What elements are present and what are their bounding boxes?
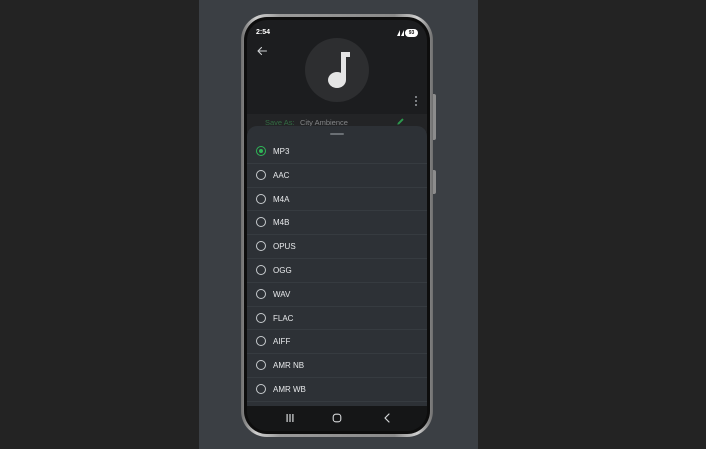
format-label: OGG: [273, 265, 292, 275]
phone-frame: 2:54 93 Save As: City Ambience MP3 AAC M…: [241, 14, 433, 437]
navigation-bar: [247, 406, 427, 431]
radio-checked-icon[interactable]: [256, 146, 266, 156]
format-label: MP3: [273, 147, 290, 156]
format-option-amr-wb[interactable]: AMR WB: [247, 378, 427, 402]
format-label: AMR NB: [273, 361, 305, 371]
battery-icon: 93: [405, 29, 418, 37]
status-time: 2:54: [256, 29, 271, 36]
recent-apps-icon[interactable]: [283, 412, 297, 424]
format-label: AAC: [273, 170, 290, 180]
power-button: [433, 170, 436, 194]
phone-screen: 2:54 93 Save As: City Ambience MP3 AAC M…: [247, 20, 427, 431]
format-option-mp3[interactable]: MP3: [247, 140, 427, 164]
format-label: WAV: [273, 289, 291, 299]
format-list: MP3 AAC M4A M4B OPUS OGG WAV FLAC AIFF A…: [247, 140, 427, 402]
music-note-icon: [328, 52, 350, 88]
format-option-aac[interactable]: AAC: [247, 164, 427, 188]
format-option-amr-nb[interactable]: AMR NB: [247, 354, 427, 378]
radio-unchecked-icon[interactable]: [256, 336, 266, 347]
format-option-ogg[interactable]: OGG: [247, 259, 427, 283]
format-option-aiff[interactable]: AIFF: [247, 330, 427, 355]
format-label: AIFF: [273, 337, 291, 347]
format-bottom-sheet: MP3 AAC M4A M4B OPUS OGG WAV FLAC AIFF A…: [247, 126, 427, 406]
format-label: M4A: [273, 194, 290, 204]
radio-unchecked-icon[interactable]: [256, 169, 266, 180]
radio-unchecked-icon[interactable]: [256, 383, 266, 394]
arrow-left-icon[interactable]: [256, 45, 268, 57]
signal-icon: [397, 30, 404, 36]
radio-unchecked-icon[interactable]: [256, 312, 266, 323]
home-icon[interactable]: [330, 412, 344, 424]
radio-unchecked-icon[interactable]: [256, 264, 266, 275]
album-art: [305, 38, 369, 102]
format-label: FLAC: [273, 313, 294, 323]
status-bar: 2:54 93: [247, 20, 427, 40]
format-label: M4B: [273, 218, 290, 228]
format-option-flac[interactable]: FLAC: [247, 307, 427, 331]
back-chevron-icon[interactable]: [380, 412, 394, 424]
radio-unchecked-icon[interactable]: [256, 360, 266, 371]
drag-handle[interactable]: [330, 133, 344, 135]
format-label: OPUS: [273, 242, 296, 252]
format-label: AMR WB: [273, 384, 306, 394]
radio-unchecked-icon[interactable]: [256, 241, 266, 252]
radio-unchecked-icon[interactable]: [256, 193, 266, 204]
pencil-icon[interactable]: [396, 117, 405, 126]
desktop-background: 2:54 93 Save As: City Ambience MP3 AAC M…: [0, 0, 706, 449]
format-option-m4b[interactable]: M4B: [247, 211, 427, 236]
format-option-wav[interactable]: WAV: [247, 283, 427, 307]
format-option-opus[interactable]: OPUS: [247, 235, 427, 259]
radio-unchecked-icon[interactable]: [256, 217, 266, 228]
format-option-m4a[interactable]: M4A: [247, 188, 427, 212]
more-vertical-icon[interactable]: [414, 95, 418, 107]
phone-bezel: 2:54 93 Save As: City Ambience MP3 AAC M…: [244, 17, 430, 434]
radio-unchecked-icon[interactable]: [256, 288, 266, 299]
volume-button: [433, 94, 436, 140]
